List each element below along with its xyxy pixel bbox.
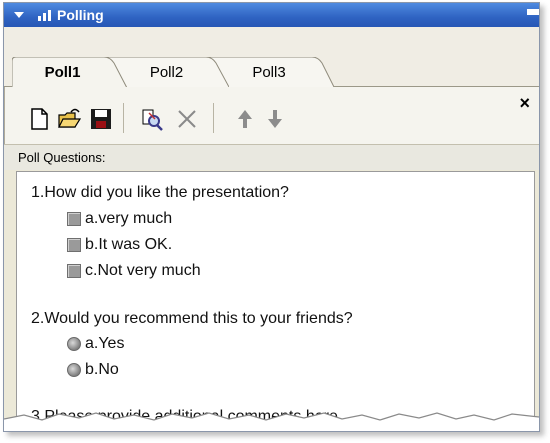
window-title: Polling: [57, 7, 104, 23]
question-1-option-c[interactable]: c.Not very much: [67, 262, 201, 280]
option-label: c.Not very much: [85, 262, 201, 279]
toolbar: [4, 87, 539, 144]
question-1-option-b[interactable]: b.It was OK.: [67, 236, 172, 254]
torn-edge-decoration: [4, 412, 539, 431]
question-2-option-b[interactable]: b.No: [67, 361, 119, 379]
find-replace-icon[interactable]: [141, 107, 165, 131]
option-label: a.Yes: [85, 335, 125, 352]
title-bar: Polling: [4, 3, 539, 27]
checkbox[interactable]: [67, 212, 81, 226]
tab-poll2-label: Poll2: [149, 63, 184, 81]
radio-button[interactable]: [67, 337, 81, 351]
minimize-icon[interactable]: [527, 9, 539, 15]
save-icon[interactable]: [89, 107, 113, 131]
new-document-icon[interactable]: [27, 107, 51, 131]
option-label: b.No: [85, 361, 119, 378]
tab-poll1[interactable]: Poll1: [12, 57, 127, 88]
move-down-icon[interactable]: [263, 107, 287, 131]
poll-bars-icon: [38, 9, 51, 21]
close-icon[interactable]: ×: [519, 93, 530, 114]
tab-poll3-label: Poll3: [252, 63, 286, 81]
delete-icon[interactable]: [175, 107, 199, 131]
poll-questions-label: Poll Questions:: [4, 144, 539, 170]
question-1: 1.How did you like the presentation?: [31, 184, 289, 201]
radio-button[interactable]: [67, 363, 81, 377]
question-1-option-a[interactable]: a.very much: [67, 210, 172, 228]
toolbar-separator: [213, 103, 214, 133]
open-folder-icon[interactable]: [57, 107, 81, 131]
collapse-triangle-icon[interactable]: [14, 12, 24, 18]
tab-poll1-label: Poll1: [44, 64, 81, 81]
toolbar-separator: [123, 103, 124, 133]
tab-strip: Poll3 Poll2 Poll1: [4, 27, 539, 88]
question-2-option-a[interactable]: a.Yes: [67, 335, 124, 353]
polling-panel: Polling Poll3 Poll2 Poll1 × Poll Questio…: [3, 2, 540, 432]
option-label: b.It was OK.: [85, 236, 173, 253]
checkbox[interactable]: [67, 264, 81, 278]
move-up-icon[interactable]: [233, 107, 257, 131]
checkbox[interactable]: [67, 238, 81, 252]
poll-questions-area[interactable]: 1.How did you like the presentation? a.v…: [16, 171, 535, 431]
question-2: 2.Would you recommend this to your frien…: [31, 310, 353, 327]
option-label: a.very much: [85, 210, 173, 227]
